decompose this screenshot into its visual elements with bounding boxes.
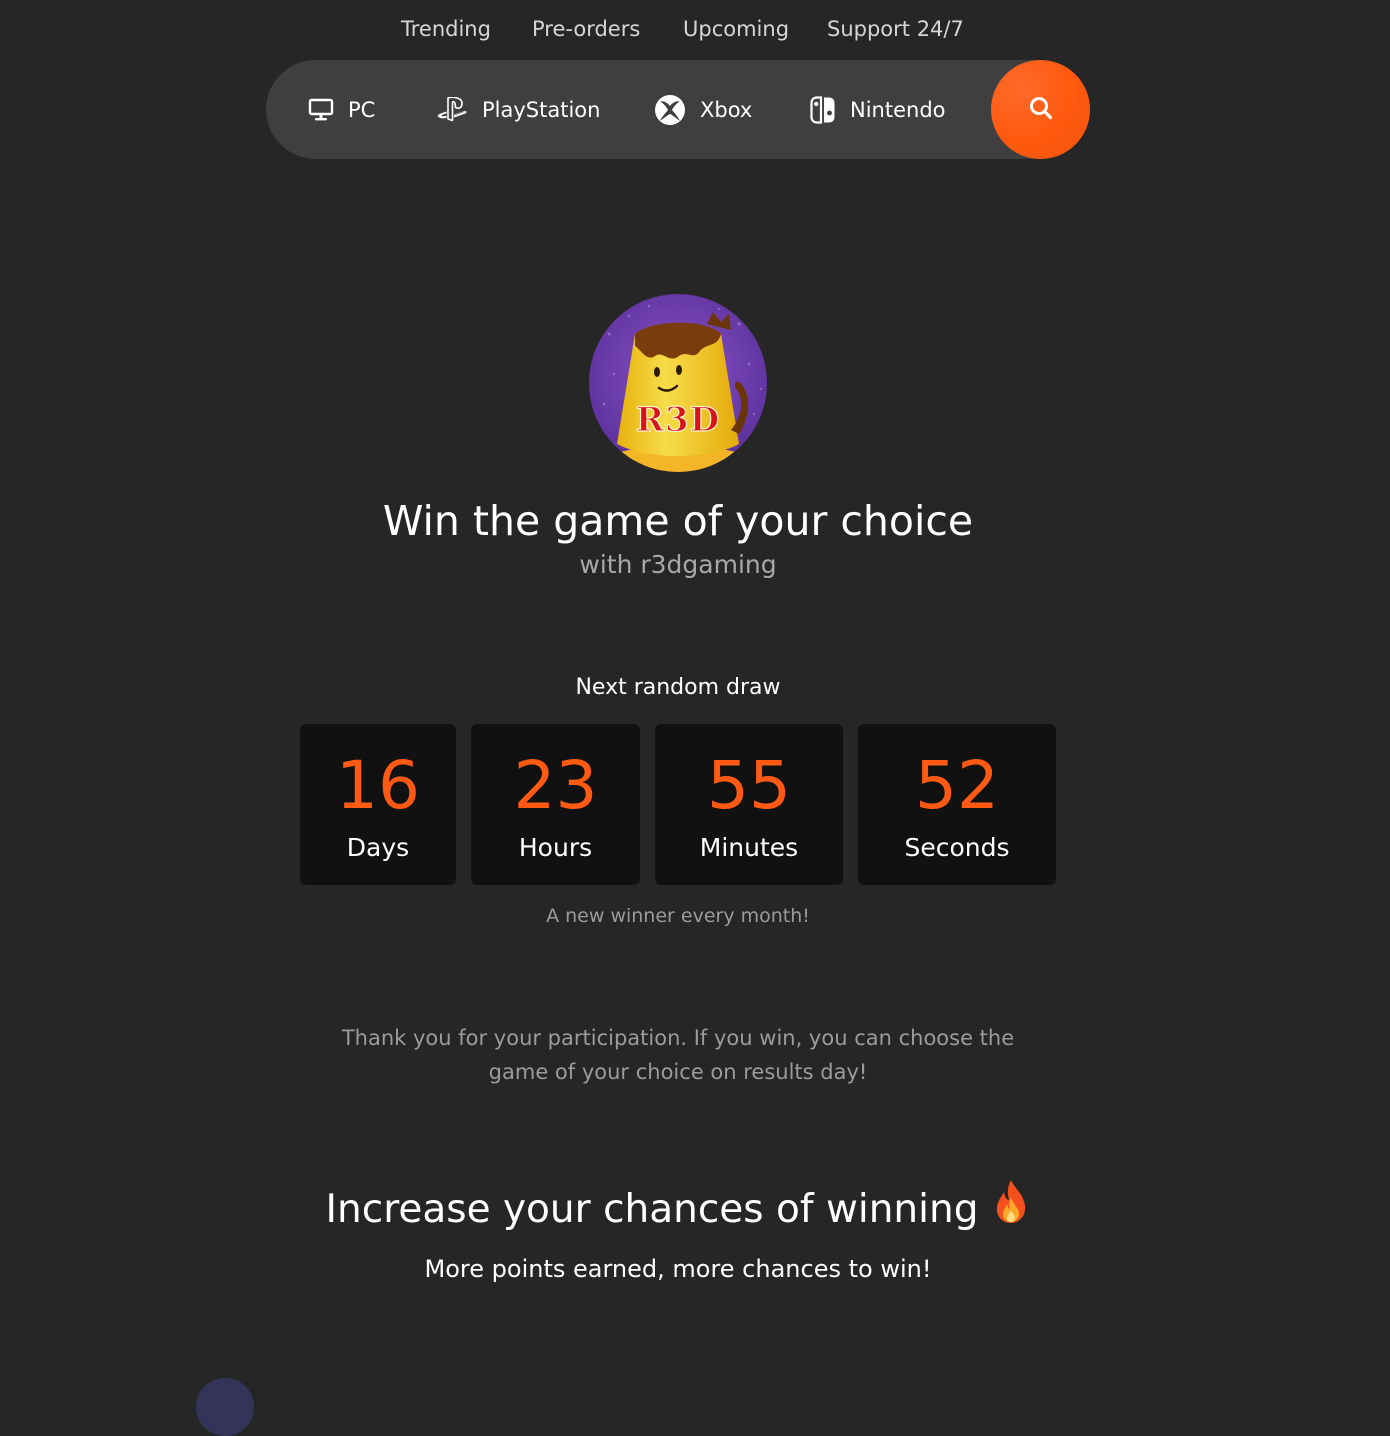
participation-message: Thank you for your participation. If you… xyxy=(341,1026,1015,1084)
search-button[interactable] xyxy=(991,60,1090,159)
countdown-minutes: 55 Minutes xyxy=(655,724,843,885)
nav-link-support[interactable]: Support 24/7 xyxy=(827,12,964,46)
page-subtitle: with r3dgaming xyxy=(579,550,777,579)
platform-label: Nintendo xyxy=(850,97,946,122)
platform-playstation[interactable]: PlayStation xyxy=(436,60,600,159)
countdown-value: 52 xyxy=(915,747,999,824)
countdown-hours: 23 Hours xyxy=(471,724,640,885)
avatar xyxy=(196,1378,254,1436)
countdown-unit: Seconds xyxy=(904,833,1010,862)
platform-label: PlayStation xyxy=(482,97,601,122)
countdown-unit: Days xyxy=(346,833,410,862)
countdown-value: 16 xyxy=(336,747,420,824)
monthly-winner-note: A new winner every month! xyxy=(546,905,810,927)
nav-link-pre-orders[interactable]: Pre-orders xyxy=(532,12,640,46)
platform-pc[interactable]: PC xyxy=(308,60,375,159)
countdown-label: Next random draw xyxy=(575,675,781,700)
countdown-unit: Minutes xyxy=(699,833,799,862)
countdown-seconds: 52 Seconds xyxy=(858,724,1056,885)
xbox-icon xyxy=(654,94,686,126)
monitor-icon xyxy=(308,98,334,122)
r3d-logo: R3D xyxy=(589,294,767,472)
platform-bar: PC PlayStation Xbox Nintendo xyxy=(266,60,1090,159)
countdown-value: 55 xyxy=(707,747,791,824)
logo-text: R3D xyxy=(635,399,721,440)
platform-xbox[interactable]: Xbox xyxy=(654,60,752,159)
nintendo-switch-icon xyxy=(810,95,836,124)
playstation-icon xyxy=(436,96,468,123)
nav-link-upcoming[interactable]: Upcoming xyxy=(683,12,789,46)
nav-link-trending[interactable]: Trending xyxy=(401,12,491,46)
platform-label: PC xyxy=(348,97,376,122)
countdown-days: 16 Days xyxy=(300,724,456,885)
countdown-value: 23 xyxy=(513,747,598,824)
page-title: Win the game of your choice xyxy=(382,497,974,545)
chances-subtitle: More points earned, more chances to win! xyxy=(424,1255,932,1283)
countdown-unit: Hours xyxy=(518,833,593,862)
chances-heading-text: Increase your chances of winning xyxy=(325,1187,979,1232)
top-navigation: Trending Pre-orders Upcoming Support 24/… xyxy=(0,12,1390,46)
search-icon xyxy=(1028,95,1054,125)
chances-heading: Increase your chances of winning xyxy=(0,1179,1356,1238)
platform-label: Xbox xyxy=(700,97,753,122)
fire-icon xyxy=(992,1178,1030,1238)
platform-nintendo[interactable]: Nintendo xyxy=(810,60,946,159)
